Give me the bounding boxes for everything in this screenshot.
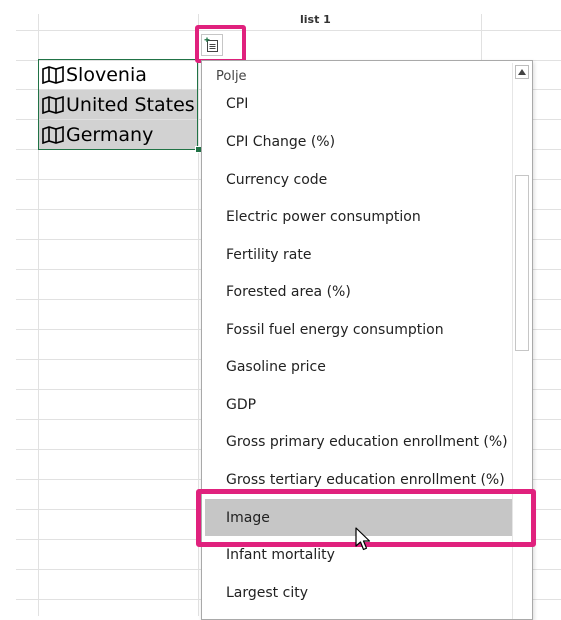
field-item[interactable]: CPI xyxy=(205,85,514,122)
cell-united-states[interactable]: United States xyxy=(39,90,197,119)
field-item[interactable]: Gasoline price xyxy=(205,348,514,385)
mouse-pointer-icon xyxy=(355,527,371,551)
triangle-up-icon xyxy=(518,69,526,75)
field-item[interactable]: GDP xyxy=(205,386,514,423)
highlight-box-insert-button xyxy=(195,25,246,63)
field-item[interactable]: Forested area (%) xyxy=(205,273,514,310)
field-item[interactable]: Gross primary education enrollment (%) xyxy=(205,423,514,460)
scroll-up-button[interactable] xyxy=(515,65,529,79)
scroll-thumb[interactable] xyxy=(515,175,529,351)
field-item[interactable]: Fertility rate xyxy=(205,236,514,273)
map-icon xyxy=(42,65,64,84)
field-item[interactable]: Largest city xyxy=(205,574,514,611)
cell-text: United States xyxy=(66,93,195,116)
dropdown-header: Polje xyxy=(216,69,247,84)
field-item[interactable]: Electric power consumption xyxy=(205,198,514,235)
map-icon xyxy=(42,125,64,144)
cell-germany[interactable]: Germany xyxy=(39,120,197,149)
grid-line xyxy=(16,30,561,31)
cell-text: Germany xyxy=(66,123,154,146)
selected-cell-range[interactable]: Slovenia United States Germany xyxy=(38,59,198,150)
field-item[interactable]: CPI Change (%) xyxy=(205,123,514,160)
cell-text: Slovenia xyxy=(66,63,147,86)
field-item[interactable]: Currency code xyxy=(205,161,514,198)
cell-slovenia[interactable]: Slovenia xyxy=(39,60,197,89)
field-item[interactable]: Fossil fuel energy consumption xyxy=(205,311,514,348)
sheet-column-title: list 1 xyxy=(300,13,331,26)
map-icon xyxy=(42,95,64,114)
